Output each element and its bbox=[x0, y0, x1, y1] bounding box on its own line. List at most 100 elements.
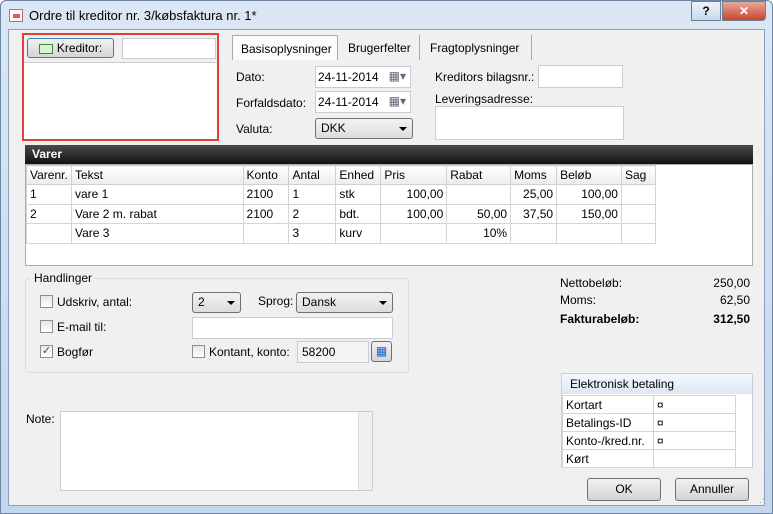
bilagsnr-input[interactable] bbox=[538, 65, 623, 88]
payment-label: Betalings-ID bbox=[562, 413, 654, 432]
payment-row: Konto-/kred.nr. ¤ bbox=[562, 431, 737, 450]
table-cell[interactable]: stk bbox=[335, 184, 382, 205]
table-cell[interactable]: 2100 bbox=[242, 184, 290, 205]
chevron-down-icon bbox=[379, 301, 387, 305]
table-cell[interactable]: 100,00 bbox=[380, 203, 448, 224]
faktura-value: 312,50 bbox=[713, 312, 750, 326]
table-cell[interactable]: 100,00 bbox=[556, 184, 622, 205]
table-row[interactable]: Vare 3 3 kurv 10% bbox=[26, 223, 657, 244]
table-cell[interactable]: 3 bbox=[288, 223, 337, 244]
table-row[interactable]: 2 Vare 2 m. rabat 2100 2 bdt. 100,00 50,00 37,5… bbox=[26, 203, 657, 224]
cancel-button[interactable]: Annuller bbox=[675, 478, 749, 501]
kreditor-button[interactable]: Kreditor: bbox=[27, 38, 114, 58]
note-input[interactable] bbox=[60, 411, 373, 491]
udskriv-label: Udskriv, antal: bbox=[57, 295, 133, 309]
column-header[interactable]: Beløb bbox=[556, 165, 622, 185]
valuta-select[interactable]: DKK bbox=[315, 118, 413, 139]
table-cell[interactable]: 2 bbox=[288, 203, 337, 224]
forfaldsdato-label: Forfaldsdato: bbox=[236, 96, 307, 110]
dato-label: Dato: bbox=[236, 70, 265, 84]
valuta-value: DKK bbox=[321, 121, 346, 135]
forfaldsdato-picker[interactable]: 24-11-2014 ▦▾ bbox=[315, 91, 411, 113]
note-scrollbar[interactable] bbox=[358, 412, 372, 490]
leveringsadresse-input[interactable] bbox=[435, 106, 624, 140]
udskriv-checkbox[interactable] bbox=[40, 295, 53, 308]
netto-label: Nettobeløb: bbox=[560, 276, 623, 290]
column-header[interactable]: Varenr. bbox=[26, 165, 72, 185]
table-cell[interactable]: 2 bbox=[26, 203, 72, 224]
calendar-dropdown-icon: ▦▾ bbox=[388, 69, 406, 83]
table-cell[interactable] bbox=[556, 223, 622, 244]
table-cell[interactable]: 10% bbox=[446, 223, 512, 244]
payment-panel: Elektronisk betaling Kortart ¤ Betalings-I… bbox=[561, 373, 753, 468]
column-header[interactable]: Tekst bbox=[70, 165, 244, 185]
table-row[interactable]: 1 vare 1 2100 1 stk 100,00 25,00 100,00 bbox=[26, 184, 657, 205]
konto-input[interactable]: 58200 bbox=[297, 341, 369, 363]
kontant-checkbox[interactable] bbox=[192, 345, 205, 358]
chevron-down-icon bbox=[399, 127, 407, 131]
table-cell[interactable] bbox=[620, 223, 657, 244]
table-cell[interactable] bbox=[620, 203, 657, 224]
netto-value: 250,00 bbox=[713, 276, 750, 290]
payment-row: Kortart ¤ bbox=[562, 395, 737, 414]
moms-label: Moms: bbox=[560, 293, 596, 307]
forfaldsdato-value: 24-11-2014 bbox=[318, 95, 379, 109]
column-header[interactable]: Rabat bbox=[446, 165, 512, 185]
table-cell[interactable] bbox=[446, 184, 512, 205]
leveringsadresse-label: Leveringsadresse: bbox=[435, 92, 534, 106]
payment-value[interactable]: ¤ bbox=[652, 395, 737, 414]
close-button[interactable]: ✕ bbox=[722, 1, 766, 21]
antal-value: 2 bbox=[198, 295, 205, 309]
sprog-value: Dansk bbox=[302, 295, 337, 309]
varer-grid[interactable]: Varenr. Tekst Konto Antal Enhed Pris Rabat Moms… bbox=[25, 164, 753, 266]
table-cell[interactable]: vare 1 bbox=[70, 184, 244, 205]
table-cell[interactable] bbox=[380, 223, 448, 244]
table-cell[interactable]: kurv bbox=[335, 223, 382, 244]
app-icon bbox=[9, 9, 23, 22]
table-cell[interactable]: 100,00 bbox=[380, 184, 448, 205]
bogfor-checkbox[interactable]: ✓ bbox=[40, 345, 53, 358]
column-header[interactable]: Sag bbox=[620, 165, 657, 185]
table-cell[interactable] bbox=[620, 184, 657, 205]
table-cell[interactable]: 150,00 bbox=[556, 203, 622, 224]
table-cell[interactable] bbox=[242, 223, 290, 244]
tab-brugerfelter[interactable]: Brugerfelter bbox=[340, 35, 420, 60]
column-header[interactable]: Pris bbox=[380, 165, 448, 185]
sprog-select[interactable]: Dansk bbox=[296, 292, 393, 313]
resize-grip-icon[interactable]: ⋰ bbox=[756, 497, 765, 508]
column-header[interactable]: Moms bbox=[510, 165, 558, 185]
column-header[interactable]: Konto bbox=[242, 165, 290, 185]
help-button[interactable]: ? bbox=[691, 1, 721, 21]
column-header[interactable]: Antal bbox=[288, 165, 337, 185]
table-cell[interactable]: 2100 bbox=[242, 203, 290, 224]
table-cell[interactable] bbox=[510, 223, 558, 244]
window-title: Ordre til kreditor nr. 3/købsfaktura nr.… bbox=[29, 8, 257, 23]
creditor-input[interactable] bbox=[122, 38, 216, 59]
payment-value[interactable] bbox=[652, 449, 737, 468]
table-cell[interactable]: 1 bbox=[26, 184, 72, 205]
email-input[interactable] bbox=[192, 317, 393, 339]
table-cell[interactable]: 50,00 bbox=[446, 203, 512, 224]
table-cell[interactable]: Vare 3 bbox=[70, 223, 244, 244]
kontant-label: Kontant, konto: bbox=[209, 345, 290, 359]
creditor-panel: Kreditor: bbox=[22, 33, 219, 141]
table-cell[interactable]: Vare 2 m. rabat bbox=[70, 203, 244, 224]
payment-value[interactable]: ¤ bbox=[652, 431, 737, 450]
email-checkbox[interactable] bbox=[40, 320, 53, 333]
tab-fragtoplysninger[interactable]: Fragtoplysninger bbox=[422, 35, 532, 60]
payment-value[interactable]: ¤ bbox=[652, 413, 737, 432]
table-cell[interactable]: 37,50 bbox=[510, 203, 558, 224]
table-cell[interactable]: 1 bbox=[288, 184, 337, 205]
calendar-lookup-icon[interactable]: ▦ bbox=[371, 341, 392, 362]
dato-picker[interactable]: 24-11-2014 ▦▾ bbox=[315, 66, 411, 88]
payment-label: Kørt bbox=[562, 449, 654, 468]
table-cell[interactable]: 25,00 bbox=[510, 184, 558, 205]
payment-row: Kørt bbox=[562, 449, 737, 468]
table-cell[interactable] bbox=[26, 223, 72, 244]
ok-button[interactable]: OK bbox=[587, 478, 661, 501]
antal-select[interactable]: 2 bbox=[192, 292, 241, 313]
tab-basisoplysninger[interactable]: Basisoplysninger bbox=[232, 35, 338, 60]
column-header[interactable]: Enhed bbox=[335, 165, 382, 185]
payment-label: Konto-/kred.nr. bbox=[562, 431, 654, 450]
table-cell[interactable]: bdt. bbox=[335, 203, 382, 224]
